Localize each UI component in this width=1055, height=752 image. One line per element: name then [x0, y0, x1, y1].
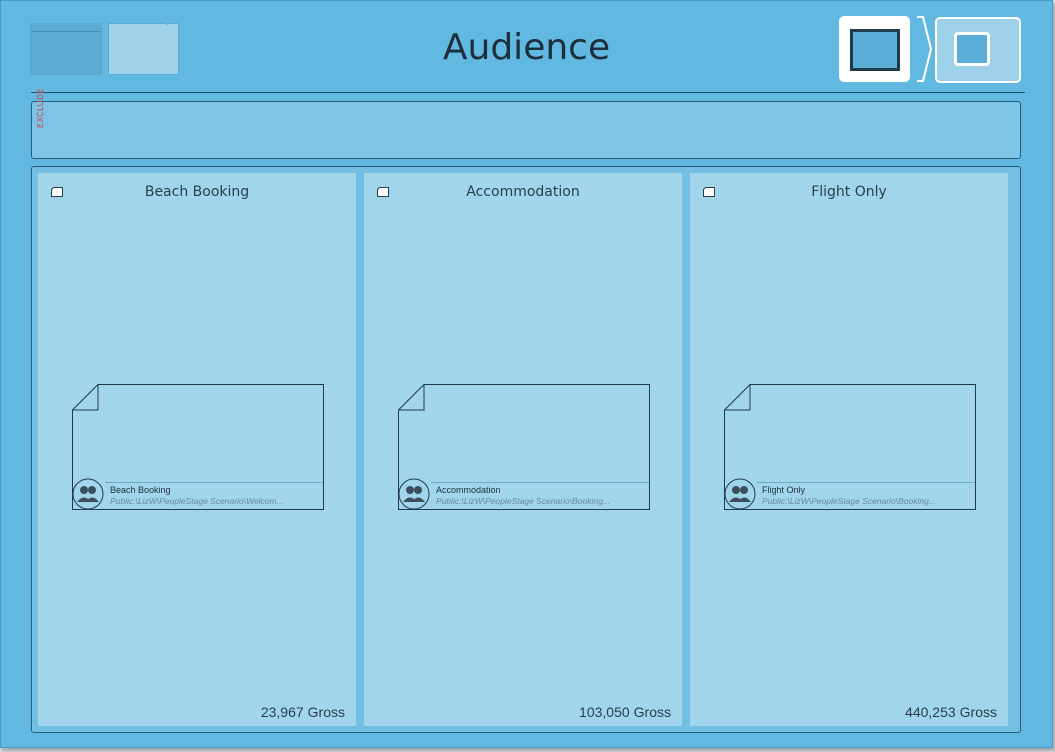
people-icon: [398, 478, 430, 510]
gross-count: 23,967 Gross: [261, 704, 345, 720]
card-title: Accommodation: [436, 485, 501, 495]
card-path: Public:\LizW\PeopleStage Scenario\Bookin…: [762, 496, 936, 506]
gross-count: 440,253 Gross: [905, 704, 997, 720]
compact-view-icon: [954, 32, 990, 66]
segments-area: Beach Booking Beach Booking Public:\LizW…: [31, 166, 1021, 733]
gross-count-label: Gross: [959, 704, 997, 720]
exclude-dropzone[interactable]: EXCLUDE: [31, 88, 1021, 159]
segment-panel-accommodation[interactable]: Accommodation Accommodation Public:\LizW…: [364, 173, 682, 726]
audience-card[interactable]: Beach Booking Public:\LizW\PeopleStage S…: [72, 384, 324, 510]
card-title: Beach Booking: [110, 485, 171, 495]
gross-count-label: Gross: [633, 704, 671, 720]
gross-count-value: 103,050: [579, 704, 630, 720]
audience-card[interactable]: Flight Only Public:\LizW\PeopleStage Sce…: [724, 384, 976, 510]
compact-view-button[interactable]: [935, 17, 1021, 83]
audience-window: Audience EXCLUDE Beach Booking: [0, 0, 1053, 748]
segment-panel-flight-only[interactable]: Flight Only Flight Only Public:\LizW\Peo…: [690, 173, 1008, 726]
card-divider: [431, 482, 649, 483]
header-divider: [31, 92, 1025, 93]
audience-card[interactable]: Accommodation Public:\LizW\PeopleStage S…: [398, 384, 650, 510]
single-view-button[interactable]: [839, 16, 910, 82]
gross-count-value: 23,967: [260, 704, 304, 720]
gross-count-label: Gross: [307, 704, 345, 720]
single-view-icon: [850, 29, 900, 71]
gross-count: 103,050 Gross: [579, 704, 671, 720]
segment-title: Accommodation: [466, 184, 580, 200]
toggle-bracket-icon: [917, 16, 933, 82]
exclude-label: EXCLUDE: [36, 87, 45, 128]
card-divider: [105, 482, 323, 483]
people-icon: [724, 478, 756, 510]
people-icon: [72, 478, 104, 510]
card-path: Public:\LizW\PeopleStage Scenario\Welcom…: [110, 496, 284, 506]
gross-count-value: 440,253: [905, 704, 956, 720]
segment-title: Beach Booking: [144, 184, 250, 200]
card-title: Flight Only: [762, 485, 806, 495]
segment-title: Flight Only: [811, 184, 887, 200]
segment-panel-beach-booking[interactable]: Beach Booking Beach Booking Public:\LizW…: [38, 173, 356, 726]
card-path: Public:\LizW\PeopleStage Scenario\Bookin…: [436, 496, 610, 506]
card-divider: [757, 482, 975, 483]
